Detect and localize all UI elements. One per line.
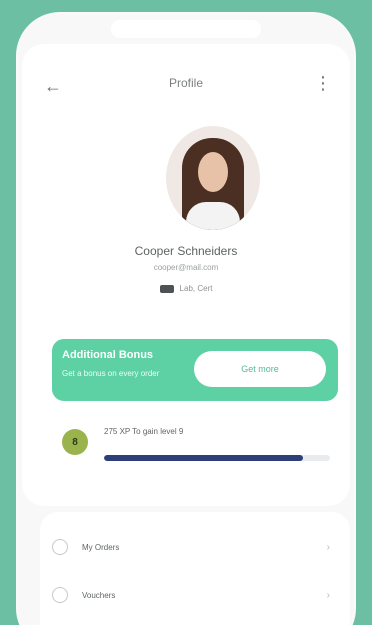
top-bar: ← Profile ⋮	[22, 44, 350, 126]
more-vertical-icon[interactable]: ⋮	[314, 73, 332, 94]
chevron-right-icon: ›	[326, 589, 330, 601]
profile-meta-row: Lab, Cert	[22, 284, 350, 293]
avatar-face	[198, 152, 228, 192]
avatar[interactable]	[166, 126, 260, 230]
level-badge: 8	[62, 429, 88, 455]
progress-fill	[104, 455, 303, 461]
phone-notch	[111, 20, 261, 38]
page-title: Profile	[168, 76, 203, 90]
id-card-icon	[159, 284, 174, 293]
menu-card: My Orders › Vouchers ›	[40, 512, 350, 625]
banner-subtitle: Get a bonus on every order	[62, 369, 160, 378]
get-more-button[interactable]: Get more	[194, 351, 326, 387]
orders-icon	[52, 539, 68, 555]
menu-item-label: Vouchers	[82, 590, 116, 600]
level-progress-card: 8 275 XP To gain level 9	[52, 415, 338, 475]
chevron-right-icon: ›	[326, 541, 330, 553]
menu-item-orders[interactable]: My Orders ›	[52, 534, 338, 560]
banner-title: Additional Bonus	[62, 349, 154, 361]
profile-name: Cooper Schneiders	[134, 244, 238, 258]
voucher-icon	[52, 587, 68, 603]
menu-item-vouchers[interactable]: Vouchers ›	[52, 582, 338, 608]
progress-text: 275 XP To gain level 9	[104, 427, 184, 436]
profile-email: cooper@mail.com	[153, 263, 219, 272]
progress-track	[104, 455, 330, 461]
bonus-banner: Additional Bonus Get a bonus on every or…	[52, 339, 338, 401]
profile-meta-text: Lab, Cert	[179, 284, 213, 293]
avatar-shirt	[186, 202, 240, 230]
menu-item-label: My Orders	[82, 542, 120, 552]
